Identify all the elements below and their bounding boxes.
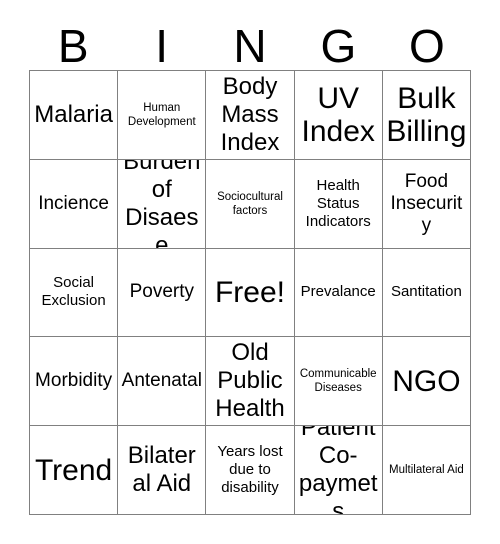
- bingo-cell[interactable]: Antenatal: [118, 337, 207, 427]
- bingo-cell[interactable]: Communicable Diseases: [294, 337, 383, 427]
- bingo-cell-label: Prevalance: [300, 283, 376, 301]
- bingo-cell-label: Poverty: [129, 281, 194, 303]
- bingo-cell[interactable]: Santitation: [382, 248, 471, 338]
- bingo-cell[interactable]: Bulk Billing: [382, 71, 471, 160]
- bingo-cell[interactable]: Years lost due to disability: [206, 426, 295, 515]
- bingo-cell[interactable]: Multilateral Aid: [382, 426, 471, 515]
- bingo-cell-label: UV Index: [301, 81, 375, 148]
- bingo-free-space[interactable]: Free!: [206, 248, 295, 338]
- bingo-header-letter-o: O: [408, 20, 445, 72]
- bingo-cell-label: Body Mass Index: [220, 72, 280, 156]
- bingo-cell[interactable]: Social Exclusion: [30, 248, 119, 338]
- bingo-cell[interactable]: NGO: [382, 337, 471, 427]
- bingo-cell-label: Communicable Diseases: [299, 368, 377, 395]
- bingo-cell[interactable]: Burden of Disaese: [118, 159, 207, 249]
- bingo-cell[interactable]: Sociocultural factors: [206, 159, 295, 249]
- bingo-cell[interactable]: Poverty: [118, 248, 207, 338]
- bingo-cell-label: Bulk Billing: [386, 81, 467, 148]
- bingo-cell[interactable]: Prevalance: [294, 248, 383, 338]
- bingo-grid: Malaria Human Development Body Mass Inde…: [29, 70, 471, 515]
- bingo-cell[interactable]: Incience: [30, 159, 119, 249]
- bingo-cell-label: Health Status Indicators: [305, 176, 371, 230]
- bingo-cell[interactable]: Patient Co-paymets: [294, 426, 383, 515]
- bingo-cell-label: Multilateral Aid: [388, 464, 464, 477]
- bingo-cell-label: Morbidity: [35, 370, 113, 392]
- bingo-cell-label: Food Insecurity: [390, 170, 463, 236]
- bingo-cell[interactable]: Old Public Health: [206, 337, 295, 427]
- bingo-header-letter-b: B: [57, 20, 89, 72]
- bingo-cell-label: NGO: [392, 364, 461, 398]
- bingo-cell-label: Malaria: [34, 100, 113, 128]
- bingo-cell[interactable]: Food Insecurity: [382, 159, 471, 249]
- bingo-cell[interactable]: Trend: [30, 426, 119, 515]
- bingo-cell[interactable]: Human Development: [118, 71, 207, 160]
- bingo-cell-label: Incience: [38, 192, 109, 214]
- bingo-cell-label: Bilateral Aid: [127, 442, 196, 498]
- bingo-cell-label: Santitation: [390, 283, 462, 301]
- bingo-cell[interactable]: Body Mass Index: [206, 71, 295, 160]
- bingo-cell-label: Years lost due to disability: [217, 443, 283, 497]
- bingo-cell-label: Patient Co-paymets: [298, 426, 378, 515]
- bingo-cell[interactable]: Malaria: [30, 71, 119, 160]
- bingo-header-letter-g: G: [320, 20, 357, 72]
- bingo-header-letter-n: N: [233, 20, 267, 72]
- bingo-cell-label: Social Exclusion: [41, 274, 106, 310]
- bingo-header: B I N G O: [29, 14, 471, 70]
- bingo-cell-label: Antenatal: [121, 370, 202, 392]
- bingo-cell-label: Trend: [34, 453, 113, 487]
- bingo-header-letter-i: I: [155, 20, 168, 72]
- bingo-cell[interactable]: Morbidity: [30, 337, 119, 427]
- bingo-free-space-label: Free!: [214, 275, 285, 309]
- bingo-cell[interactable]: UV Index: [294, 71, 383, 160]
- bingo-cell-label: Sociocultural factors: [217, 190, 283, 217]
- bingo-cell-label: Human Development: [127, 101, 196, 128]
- bingo-cell-label: Old Public Health: [215, 339, 285, 423]
- bingo-cell-label: Burden of Disaese: [123, 159, 201, 249]
- bingo-card: B I N G O Malaria Human Development Body…: [0, 0, 500, 544]
- bingo-cell[interactable]: Bilateral Aid: [118, 426, 207, 515]
- bingo-cell[interactable]: Health Status Indicators: [294, 159, 383, 249]
